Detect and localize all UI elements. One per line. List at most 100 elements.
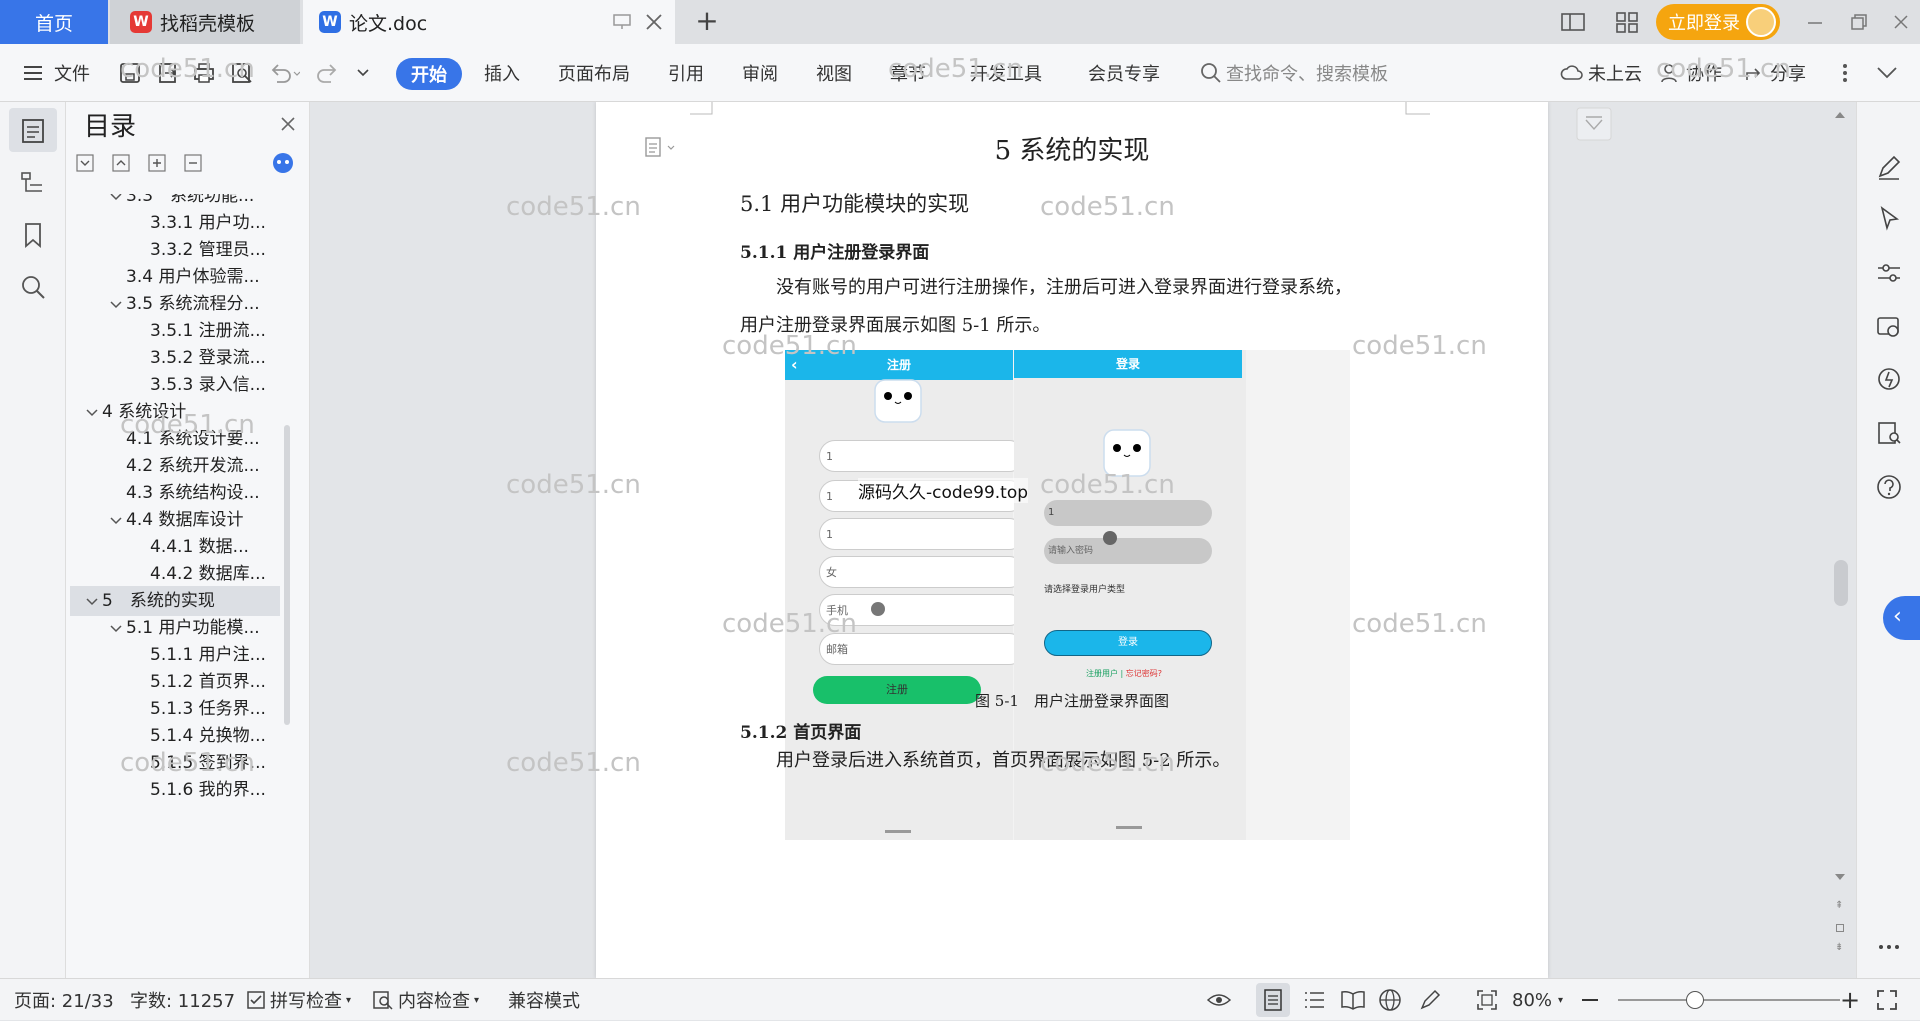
add-heading-icon[interactable] <box>148 154 166 172</box>
zoom-slider-handle[interactable] <box>1686 991 1704 1009</box>
toc-item[interactable]: 4.1 系统设计要... <box>70 424 280 454</box>
image-tools-icon[interactable] <box>1874 312 1904 342</box>
tab-template[interactable]: W 找稻壳模板 <box>110 0 300 44</box>
tab-page-layout[interactable]: 页面布局 <box>558 44 630 102</box>
toc-item[interactable]: 4.4.1 数据... <box>70 532 280 562</box>
tab-member[interactable]: 会员专享 <box>1088 44 1160 102</box>
toc-item[interactable]: 5.1.4 兑换物... <box>70 721 280 751</box>
toc-scrollbar[interactable] <box>284 425 290 725</box>
register-phone-field[interactable]: 手机 <box>819 594 1025 626</box>
toc-item[interactable]: 4.3 系统结构设... <box>70 478 280 508</box>
chevron-down-icon[interactable] <box>86 407 98 419</box>
save-icon[interactable] <box>118 61 142 85</box>
expand-all-icon[interactable] <box>76 154 94 172</box>
close-tab-icon[interactable] <box>645 13 663 31</box>
file-menu[interactable]: 文件 <box>22 44 90 102</box>
tab-start[interactable]: 开始 <box>396 58 462 90</box>
new-tab-button[interactable]: + <box>692 6 722 36</box>
register-gender-field[interactable]: 女 <box>819 556 1025 588</box>
chevron-down-icon[interactable] <box>110 515 122 527</box>
document-scrollbar[interactable]: ⇞ ⇟ <box>1830 102 1854 978</box>
register-name-field[interactable]: 1 <box>819 518 1025 550</box>
tab-references[interactable]: 引用 <box>668 44 704 102</box>
toc-item[interactable]: 4.4 数据库设计 <box>70 505 280 535</box>
toc-item[interactable]: 5.1.2 首页界... <box>70 667 280 697</box>
collaborate-button[interactable]: 协作 <box>1660 44 1722 102</box>
help-icon[interactable] <box>1874 472 1904 502</box>
toc-item[interactable]: 3.5 系统流程分... <box>70 289 280 319</box>
scroll-thumb[interactable] <box>1834 560 1848 606</box>
outline-view-icon[interactable] <box>1302 989 1326 1011</box>
edit-pen-icon[interactable] <box>1874 152 1904 182</box>
chevron-down-icon[interactable] <box>110 194 122 203</box>
restore-icon[interactable] <box>1846 10 1872 34</box>
fit-page-icon[interactable] <box>1476 989 1498 1011</box>
print-preview-icon[interactable] <box>230 61 254 85</box>
login-button[interactable]: 立即登录 <box>1656 4 1780 40</box>
toc-item[interactable]: 3.3.1 用户功... <box>70 208 280 238</box>
login-submit-button[interactable]: 登录 <box>1044 630 1212 656</box>
navigation-icon[interactable] <box>18 168 48 198</box>
toc-item[interactable]: 3.5.3 录入信... <box>70 370 280 400</box>
register-username-field[interactable]: 1 <box>819 440 1025 472</box>
toc-item[interactable]: 5.1.6 我的界... <box>70 775 280 805</box>
toc-item[interactable]: 5.1.5 签到界... <box>70 748 280 778</box>
page-view-button[interactable] <box>1256 983 1290 1017</box>
content-check-button[interactable]: 内容检查 ▾ <box>372 979 479 1021</box>
remove-heading-icon[interactable] <box>184 154 202 172</box>
tab-home[interactable]: 首页 <box>0 0 108 44</box>
zoom-out-button[interactable] <box>1582 999 1598 1001</box>
print-icon[interactable] <box>192 61 216 85</box>
zoom-level[interactable]: 80% ▾ <box>1512 979 1563 1021</box>
toc-item[interactable]: 4 系统设计 <box>70 397 280 427</box>
bookmark-icon[interactable] <box>18 220 48 250</box>
monitor-icon[interactable] <box>613 14 631 30</box>
layout-icon[interactable] <box>1560 10 1586 34</box>
toc-item[interactable]: 4.4.2 数据库... <box>70 559 280 589</box>
select-cursor-icon[interactable] <box>1874 204 1904 234</box>
forgot-password-link[interactable]: 忘记密码? <box>1126 669 1162 678</box>
close-window-icon[interactable] <box>1888 10 1914 34</box>
scroll-up-icon[interactable] <box>1835 112 1845 118</box>
close-icon[interactable] <box>280 116 296 132</box>
page-count[interactable]: 页面: 21/33 <box>14 979 114 1021</box>
tab-chapter[interactable]: 章节 <box>890 44 926 102</box>
tab-review[interactable]: 审阅 <box>742 44 778 102</box>
command-search[interactable]: 查找命令、搜索模板 <box>1200 44 1388 102</box>
find-icon[interactable] <box>18 272 48 302</box>
eye-protection-icon[interactable] <box>1206 989 1232 1011</box>
page-filter-icon[interactable] <box>1576 107 1612 141</box>
cloud-status[interactable]: 未上云 <box>1560 44 1642 102</box>
chevron-down-icon[interactable] <box>110 299 122 311</box>
toc-item[interactable]: 5.1.3 任务界... <box>70 694 280 724</box>
expand-panel-button[interactable]: ‹ <box>1883 596 1920 640</box>
more-options-icon[interactable] <box>1840 62 1850 84</box>
chevron-down-icon[interactable] <box>356 66 370 80</box>
zoom-slider[interactable] <box>1618 999 1840 1001</box>
write-mode-icon[interactable] <box>1418 988 1442 1012</box>
ai-assistant-icon[interactable] <box>1874 364 1904 394</box>
toc-item[interactable]: 3.5.1 注册流... <box>70 316 280 346</box>
more-horizontal-icon[interactable] <box>1874 932 1904 962</box>
undo-icon[interactable] <box>268 62 300 84</box>
login-password-field[interactable]: 请输入密码 <box>1044 538 1212 564</box>
register-email-field[interactable]: 邮箱 <box>819 633 1025 665</box>
select-browse-icon[interactable] <box>1836 924 1844 932</box>
tab-view[interactable]: 视图 <box>816 44 852 102</box>
toc-item[interactable]: 3.4 用户体验需... <box>70 262 280 292</box>
zoom-in-button[interactable]: + <box>1840 979 1860 1021</box>
scroll-down-icon[interactable] <box>1835 874 1845 880</box>
spell-check-button[interactable]: 拼写检查 ▾ <box>246 979 351 1021</box>
toc-item[interactable]: 5 系统的实现 <box>70 586 280 616</box>
next-page-icon[interactable]: ⇟ <box>1835 942 1843 953</box>
minimize-icon[interactable] <box>1802 10 1828 34</box>
login-username-field[interactable]: 1 <box>1044 500 1212 526</box>
collapse-ribbon-icon[interactable] <box>1876 64 1898 80</box>
apps-grid-icon[interactable] <box>1614 10 1640 34</box>
toc-item[interactable]: 5.1.1 用户注... <box>70 640 280 670</box>
web-view-icon[interactable] <box>1378 988 1402 1012</box>
reader-mode-icon[interactable] <box>1874 418 1904 448</box>
chevron-down-icon[interactable] <box>110 623 122 635</box>
toc-item[interactable]: 4.2 系统开发流... <box>70 451 280 481</box>
read-mode-icon[interactable] <box>1340 989 1366 1011</box>
